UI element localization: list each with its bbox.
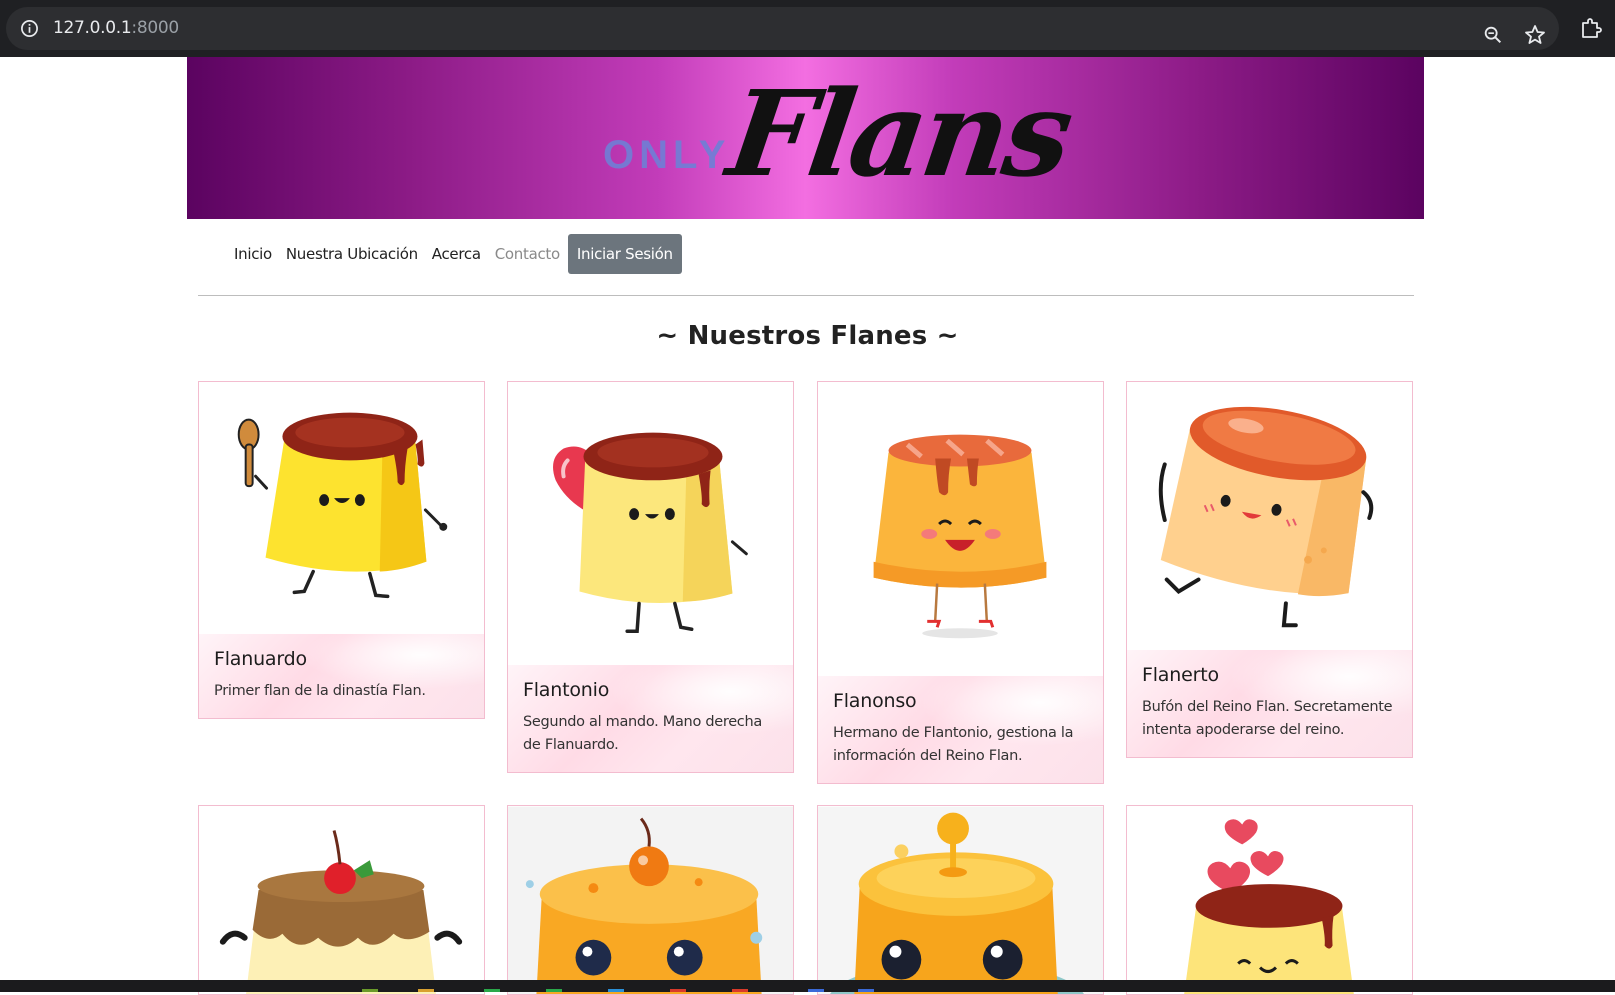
- svg-text:Flans: Flans: [718, 65, 1080, 203]
- flan-card-flanerto[interactable]: Flanerto Bufón del Reino Flan. Secretame…: [1126, 381, 1413, 758]
- url-host: 127.0.0.1: [53, 18, 132, 38]
- card-body: Flanonso Hermano de Flantonio, gestiona …: [818, 676, 1103, 783]
- nav-divider: [198, 295, 1414, 296]
- login-button[interactable]: Iniciar Sesión: [567, 234, 682, 274]
- card-title: Flanuardo: [214, 648, 307, 670]
- heart-icon: [1207, 819, 1284, 894]
- flanonso-image: [873, 434, 1047, 639]
- zoom-icon[interactable]: [1482, 24, 1504, 46]
- card-title: Flantonio: [523, 679, 610, 701]
- card-text: Hermano de Flantonio, gestiona la inform…: [833, 725, 1074, 764]
- nav-link-inicio[interactable]: Inicio: [227, 245, 279, 263]
- flanerto-image: [1158, 406, 1374, 628]
- onlyflans-logo: ONLY Flans: [603, 65, 1080, 203]
- flan-orange-image: [508, 806, 793, 994]
- site-banner: ONLY Flans: [187, 57, 1424, 219]
- flan-card-row2-2[interactable]: [507, 805, 794, 995]
- card-title: Flanonso: [833, 690, 917, 712]
- browser-toolbar: 127.0.0.1:8000: [0, 0, 1615, 57]
- flan-hearts-image: [1184, 819, 1354, 994]
- url-text[interactable]: 127.0.0.1:8000: [53, 18, 179, 38]
- card-title: Flanerto: [1142, 664, 1219, 686]
- flan-card-row2-3[interactable]: [817, 805, 1104, 995]
- card-body: Flanuardo Primer flan de la dinastía Fla…: [199, 634, 484, 718]
- url-port: :8000: [131, 18, 179, 38]
- card-text: Segundo al mando. Mano derecha de Flanua…: [523, 714, 762, 753]
- nav-link-ubicacion[interactable]: Nuestra Ubicación: [279, 245, 425, 263]
- flan-cherry-image: [219, 830, 463, 994]
- main-nav: Inicio Nuestra Ubicación Acerca Contacto…: [227, 234, 682, 274]
- flan-card-flantonio[interactable]: Flantonio Segundo al mando. Mano derecha…: [507, 381, 794, 773]
- flan-card-flanuardo[interactable]: Flanuardo Primer flan de la dinastía Fla…: [198, 381, 485, 719]
- flantonio-image: [553, 432, 748, 633]
- nav-link-contacto[interactable]: Contacto: [488, 245, 567, 263]
- flan-card-row2-1[interactable]: [198, 805, 485, 995]
- address-bar[interactable]: 127.0.0.1:8000: [6, 7, 1559, 50]
- flanuardo-image: [237, 412, 448, 599]
- card-text: Primer flan de la dinastía Flan.: [214, 683, 426, 699]
- section-title: ~ Nuestros Flanes ~: [656, 321, 959, 351]
- card-body: Flanerto Bufón del Reino Flan. Secretame…: [1127, 650, 1412, 757]
- card-body: Flantonio Segundo al mando. Mano derecha…: [508, 665, 793, 772]
- flan-card-row2-4[interactable]: [1126, 805, 1413, 995]
- card-text: Bufón del Reino Flan. Secretamente inten…: [1142, 699, 1393, 738]
- flan-card-flanonso[interactable]: Flanonso Hermano de Flantonio, gestiona …: [817, 381, 1104, 784]
- flan-honey-image: [818, 806, 1103, 994]
- nav-link-acerca[interactable]: Acerca: [425, 245, 488, 263]
- extensions-icon[interactable]: [1579, 16, 1603, 40]
- info-icon[interactable]: [20, 19, 39, 38]
- bookmark-star-icon[interactable]: [1523, 23, 1547, 47]
- svg-text:ONLY: ONLY: [603, 133, 730, 177]
